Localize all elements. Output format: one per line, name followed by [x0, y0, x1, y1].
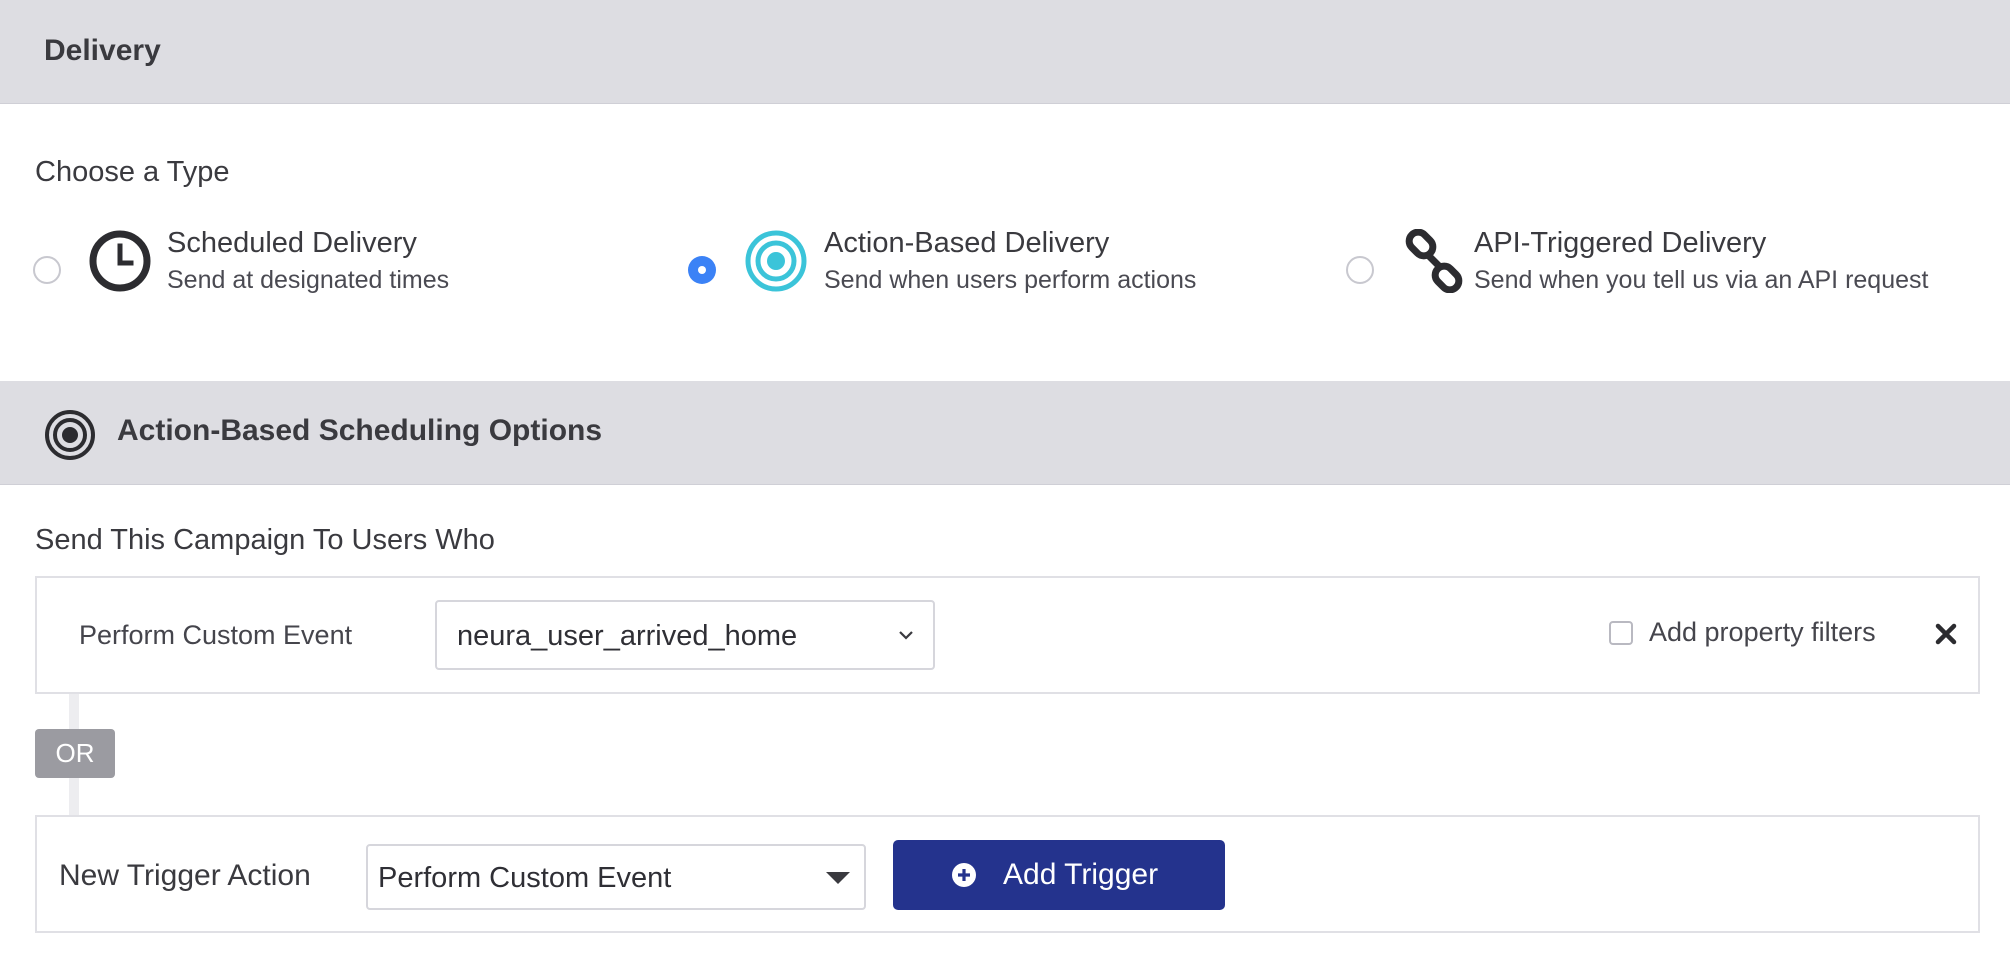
- type-option-scheduled[interactable]: Scheduled Delivery Send at designated ti…: [33, 225, 593, 305]
- scheduling-options-title: Action-Based Scheduling Options: [117, 414, 603, 447]
- target-icon: [745, 230, 807, 292]
- or-badge: OR: [35, 729, 115, 778]
- target-icon: [45, 410, 95, 460]
- close-icon[interactable]: [1932, 620, 1960, 648]
- scheduled-title: Scheduled Delivery: [167, 227, 417, 259]
- scheduling-options-header: Action-Based Scheduling Options: [0, 381, 2010, 485]
- property-filters-label: Add property filters: [1649, 617, 1876, 647]
- add-trigger-label: Add Trigger: [1003, 858, 1159, 891]
- link-icon: [1405, 229, 1463, 293]
- scheduled-description: Send at designated times: [167, 266, 450, 294]
- trigger-event-label: Perform Custom Event: [79, 620, 353, 650]
- action-based-radio[interactable]: [688, 256, 716, 284]
- action-based-title: Action-Based Delivery: [824, 227, 1110, 259]
- type-option-api-triggered[interactable]: API-Triggered Delivery Send when you tel…: [1346, 225, 1946, 305]
- delivery-header: Delivery: [0, 0, 2010, 104]
- add-trigger-button[interactable]: Add Trigger: [893, 840, 1225, 910]
- caret-down-icon: [826, 872, 850, 884]
- type-option-action-based[interactable]: Action-Based Delivery Send when users pe…: [688, 225, 1248, 305]
- delivery-title: Delivery: [44, 34, 161, 67]
- action-based-description: Send when users perform actions: [824, 266, 1197, 294]
- api-triggered-title: API-Triggered Delivery: [1474, 227, 1767, 259]
- trigger-row: Perform Custom Event neura_user_arrived_…: [35, 576, 1980, 694]
- new-trigger-row: New Trigger Action Perform Custom Event …: [35, 815, 1980, 933]
- trigger-action-value: Perform Custom Event: [378, 862, 672, 894]
- plus-circle-icon: [952, 863, 976, 887]
- property-filters-checkbox[interactable]: [1609, 621, 1633, 645]
- trigger-action-select[interactable]: Perform Custom Event: [366, 844, 866, 910]
- scheduled-radio[interactable]: [33, 256, 61, 284]
- send-to-label: Send This Campaign To Users Who: [35, 524, 495, 556]
- api-triggered-radio[interactable]: [1346, 256, 1374, 284]
- clock-icon: [89, 230, 151, 292]
- chevron-down-icon: [899, 631, 913, 640]
- choose-type-label: Choose a Type: [35, 156, 230, 188]
- new-trigger-label: New Trigger Action: [59, 859, 311, 892]
- custom-event-value: neura_user_arrived_home: [457, 620, 798, 652]
- custom-event-select[interactable]: neura_user_arrived_home: [435, 600, 935, 670]
- api-triggered-description: Send when you tell us via an API request: [1474, 266, 1929, 294]
